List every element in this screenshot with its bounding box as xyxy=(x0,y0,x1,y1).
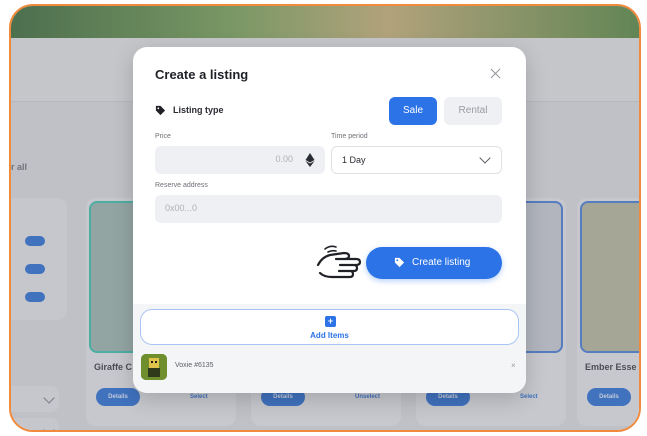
create-listing-modal: Create a listing Listing type Sale Renta… xyxy=(133,47,526,393)
add-items-label: Add Items xyxy=(310,331,349,340)
plus-icon: + xyxy=(325,316,336,327)
item-name: Voxie #6135 xyxy=(175,362,214,369)
price-value: 0.00 xyxy=(275,154,293,164)
listing-type-sale-button[interactable]: Sale xyxy=(389,97,437,125)
pointing-hand-icon xyxy=(316,245,362,279)
add-items-button[interactable]: + Add Items xyxy=(140,309,519,345)
time-period-select[interactable]: 1 Day xyxy=(331,146,502,174)
modal-title: Create a listing xyxy=(155,67,249,82)
create-listing-button[interactable]: Create listing xyxy=(366,247,502,279)
reserve-address-input[interactable]: 0x00...0 xyxy=(155,195,502,223)
reserve-address-placeholder: 0x00...0 xyxy=(165,203,198,213)
item-thumbnail xyxy=(141,354,167,380)
tag-icon xyxy=(155,105,166,116)
price-label: Price xyxy=(155,133,171,140)
listing-type-label: Listing type xyxy=(173,105,224,115)
price-input[interactable]: 0.00 xyxy=(155,146,325,174)
selected-items-panel: + Add Items Voxie #6135 × xyxy=(133,304,526,393)
reserve-address-label: Reserve address xyxy=(155,182,208,189)
time-period-label: Time period xyxy=(331,133,368,140)
eth-icon xyxy=(305,153,315,167)
remove-item-icon[interactable]: × xyxy=(511,361,516,370)
close-icon[interactable] xyxy=(489,67,503,81)
create-listing-label: Create listing xyxy=(412,257,471,268)
tag-icon xyxy=(394,257,405,268)
selected-item-row: Voxie #6135 × xyxy=(133,352,526,382)
chevron-down-icon xyxy=(479,152,491,164)
listing-type-rental-button[interactable]: Rental xyxy=(444,97,502,125)
time-period-value: 1 Day xyxy=(342,155,366,165)
